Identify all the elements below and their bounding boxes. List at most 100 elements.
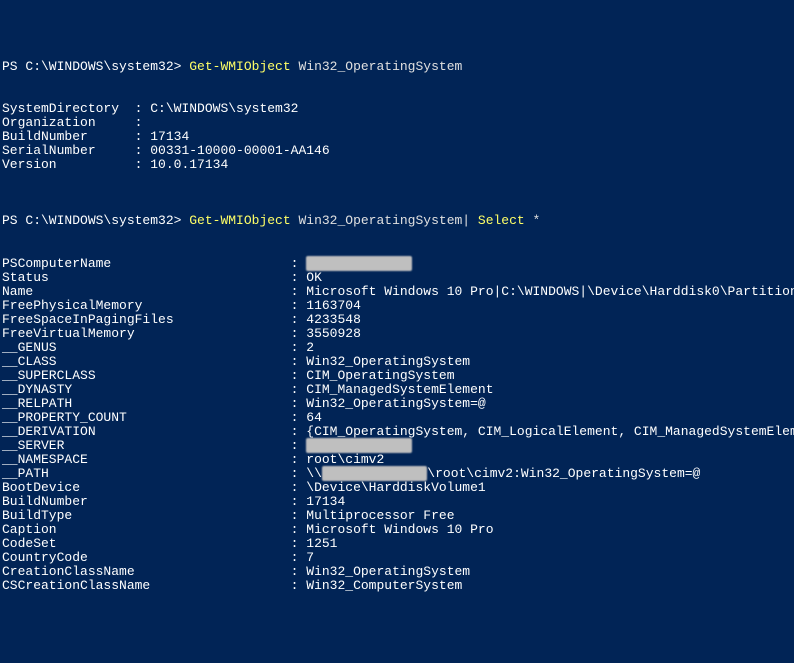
- output-value: C:\WINDOWS\system32: [150, 101, 298, 116]
- output-key: CountryCode: [2, 550, 291, 565]
- output-value: 17134: [150, 129, 189, 144]
- output-key: Organization: [2, 115, 127, 130]
- output-value: DESKTOP-3DPP8: [306, 438, 411, 453]
- output-value: 17134: [306, 494, 345, 509]
- output-key: CreationClassName: [2, 564, 291, 579]
- output-row: FreePhysicalMemory : 1163704: [2, 299, 792, 313]
- output-sep: :: [291, 298, 307, 313]
- output-sep: :: [291, 354, 307, 369]
- powershell-terminal[interactable]: PS C:\WINDOWS\system32> Get-WMIObject Wi…: [2, 60, 792, 593]
- output-sep: :: [291, 452, 307, 467]
- output-sep: :: [291, 368, 307, 383]
- pipe: |: [462, 213, 478, 228]
- output-key: CSCreationClassName: [2, 578, 291, 593]
- output-sep: :: [291, 578, 307, 593]
- output-key: SerialNumber: [2, 143, 127, 158]
- output-row: CodeSet : 1251: [2, 537, 792, 551]
- output-value: 1163704: [306, 298, 361, 313]
- output-value: 7: [306, 550, 314, 565]
- output-key: Status: [2, 270, 291, 285]
- output-value: Win32_ComputerSystem: [306, 578, 462, 593]
- output-row: SystemDirectory : C:\WINDOWS\system32: [2, 102, 792, 116]
- output-key: PSComputerName: [2, 256, 291, 271]
- output-sep: :: [127, 157, 150, 172]
- output-row: __DYNASTY : CIM_ManagedSystemElement: [2, 383, 792, 397]
- output-sep: :: [291, 494, 307, 509]
- output-row: Name : Microsoft Windows 10 Pro|C:\WINDO…: [2, 285, 792, 299]
- output-value: {CIM_OperatingSystem, CIM_LogicalElement…: [306, 424, 794, 439]
- ps-prompt: PS C:\WINDOWS\system32>: [2, 59, 189, 74]
- output-key: __NAMESPACE: [2, 452, 291, 467]
- output-value: Win32_OperatingSystem=@: [306, 396, 485, 411]
- output-row: __SERVER : DESKTOP-3DPP8: [2, 439, 792, 453]
- output-sep: :: [291, 396, 307, 411]
- output-value: 00331-10000-00001-AA146: [150, 143, 329, 158]
- output-sep: :: [291, 522, 307, 537]
- output-key: FreeVirtualMemory: [2, 326, 291, 341]
- output-sep: :: [291, 382, 307, 397]
- output-key: BuildType: [2, 508, 291, 523]
- output-sep: :: [291, 564, 307, 579]
- output-key: __DERIVATION: [2, 424, 291, 439]
- output-sep: :: [291, 270, 307, 285]
- output-value: 3550928: [306, 326, 361, 341]
- cmdlet-name: Get-WMIObject: [189, 213, 290, 228]
- output-value: 1251: [306, 536, 337, 551]
- output-key: __GENUS: [2, 340, 291, 355]
- output-row: Version : 10.0.17134: [2, 158, 792, 172]
- output-sep: :: [127, 115, 150, 130]
- output-row: FreeSpaceInPagingFiles : 4233548: [2, 313, 792, 327]
- output-row: Status : OK: [2, 271, 792, 285]
- output-row: BuildNumber : 17134: [2, 495, 792, 509]
- prompt-line-2: PS C:\WINDOWS\system32> Get-WMIObject Wi…: [2, 214, 792, 228]
- output-row: CreationClassName : Win32_OperatingSyste…: [2, 565, 792, 579]
- output-key: SystemDirectory: [2, 101, 127, 116]
- output-row: __NAMESPACE : root\cimv2: [2, 453, 792, 467]
- output-row: CountryCode : 7: [2, 551, 792, 565]
- output-key: __PATH: [2, 466, 291, 481]
- output-key: Name: [2, 284, 291, 299]
- output-sep: :: [291, 312, 307, 327]
- output-sep: :: [291, 410, 307, 425]
- output-key: __SUPERCLASS: [2, 368, 291, 383]
- output-key: BuildNumber: [2, 129, 127, 144]
- cmdlet-arg: Win32_OperatingSystem: [298, 213, 462, 228]
- output-sep: :: [291, 536, 307, 551]
- output-key: Caption: [2, 522, 291, 537]
- output-value: 4233548: [306, 312, 361, 327]
- output-row: __DERIVATION : {CIM_OperatingSystem, CIM…: [2, 425, 792, 439]
- output-value: Microsoft Windows 10 Pro: [306, 522, 493, 537]
- output-value: \\DESKTOP-3DPP8\root\cimv2:Win32_Operati…: [306, 466, 700, 481]
- output-row: FreeVirtualMemory : 3550928: [2, 327, 792, 341]
- output-key: __DYNASTY: [2, 382, 291, 397]
- output-row: PSComputerName : DESKTOP-3DPP8: [2, 257, 792, 271]
- output-row: __PATH : \\DESKTOP-3DPP8\root\cimv2:Win3…: [2, 467, 792, 481]
- output-row: SerialNumber : 00331-10000-00001-AA146: [2, 144, 792, 158]
- output-sep: :: [291, 284, 307, 299]
- output-value: 10.0.17134: [150, 157, 228, 172]
- output-key: __PROPERTY_COUNT: [2, 410, 291, 425]
- output-row: __RELPATH : Win32_OperatingSystem=@: [2, 397, 792, 411]
- output-sep: :: [291, 424, 307, 439]
- prompt-line-1: PS C:\WINDOWS\system32> Get-WMIObject Wi…: [2, 60, 792, 74]
- cmdlet-name: Get-WMIObject: [189, 59, 290, 74]
- output-row: __GENUS : 2: [2, 341, 792, 355]
- output-value: 2: [306, 340, 314, 355]
- output-value: root\cimv2: [306, 452, 384, 467]
- output-sep: :: [127, 101, 150, 116]
- output-value: Microsoft Windows 10 Pro|C:\WINDOWS|\Dev…: [306, 284, 794, 299]
- output-sep: :: [291, 340, 307, 355]
- output-row: __SUPERCLASS : CIM_OperatingSystem: [2, 369, 792, 383]
- output-value: Win32_OperatingSystem: [306, 354, 470, 369]
- output-sep: :: [127, 129, 150, 144]
- redacted-text: DESKTOP-3DPP8: [322, 466, 427, 481]
- output-sep: :: [291, 256, 307, 271]
- output-value: Win32_OperatingSystem: [306, 564, 470, 579]
- output-row: __CLASS : Win32_OperatingSystem: [2, 355, 792, 369]
- redacted-text: DESKTOP-3DPP8: [306, 256, 411, 271]
- output-value: CIM_ManagedSystemElement: [306, 382, 493, 397]
- output-sep: :: [291, 508, 307, 523]
- output-key: CodeSet: [2, 536, 291, 551]
- output-row: Caption : Microsoft Windows 10 Pro: [2, 523, 792, 537]
- output-key: __CLASS: [2, 354, 291, 369]
